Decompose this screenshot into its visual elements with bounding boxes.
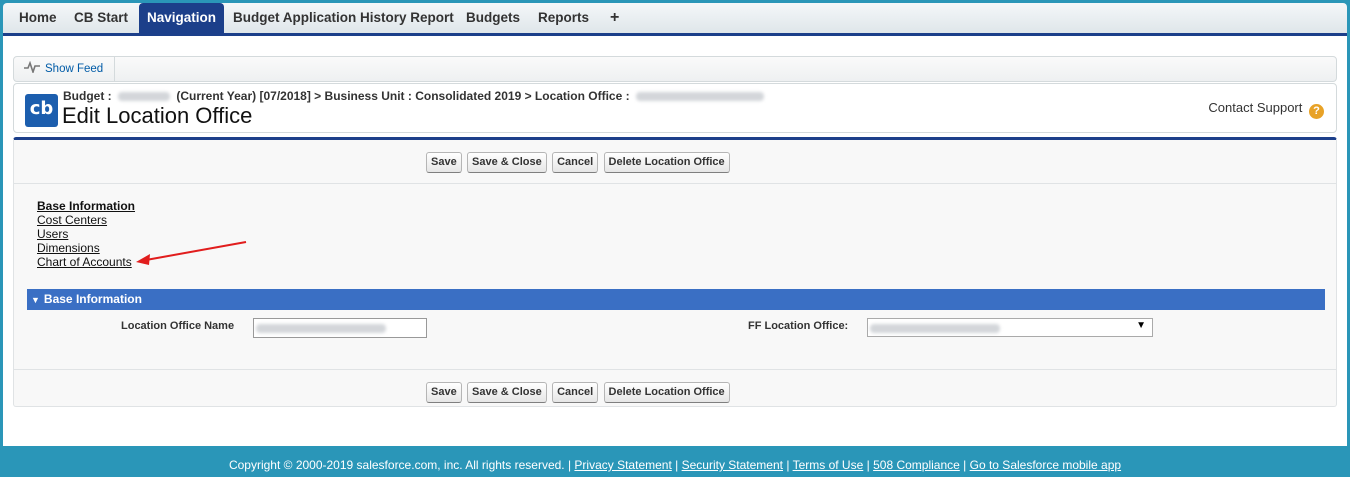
show-feed-button[interactable]: Show Feed xyxy=(14,57,115,81)
redacted-input-value xyxy=(256,324,386,334)
footer-separator: | xyxy=(963,458,967,472)
security-statement-link[interactable]: Security Statement xyxy=(682,458,783,472)
tab-navigation[interactable]: Navigation xyxy=(139,3,225,33)
footer-separator: | xyxy=(675,458,679,472)
copyright-text: Copyright © 2000-2019 salesforce.com, in… xyxy=(228,458,572,472)
redacted-select-value xyxy=(870,324,1000,334)
redacted-budget-name xyxy=(118,92,170,102)
save-close-button[interactable]: Save & Close xyxy=(467,152,547,173)
save-button[interactable]: Save xyxy=(426,382,462,403)
delete-location-office-button[interactable]: Delete Location Office xyxy=(603,382,730,403)
breadcrumb-budget-label: Budget : xyxy=(63,89,112,103)
delete-location-office-button[interactable]: Delete Location Office xyxy=(603,152,730,173)
contact-support-link[interactable]: Contact Support ? xyxy=(1208,100,1324,119)
feed-pulse-icon xyxy=(24,61,40,73)
feed-bar: Show Feed xyxy=(13,56,1337,82)
salesforce-mobile-app-link[interactable]: Go to Salesforce mobile app xyxy=(970,458,1121,472)
link-chart-of-accounts[interactable]: Chart of Accounts xyxy=(37,255,135,269)
show-feed-label: Show Feed xyxy=(45,63,104,75)
location-office-name-input[interactable] xyxy=(253,318,427,338)
link-base-information[interactable]: Base Information xyxy=(37,199,135,213)
cb-logo-icon: cb xyxy=(25,94,58,127)
redacted-location-office xyxy=(635,92,764,102)
section-nav-links: Base Information Cost Centers Users Dime… xyxy=(37,199,135,269)
section-title: Base Information xyxy=(43,292,142,306)
main-content: Show Feed cb Budget : (Current Year) [07… xyxy=(3,36,1347,446)
tab-home[interactable]: Home xyxy=(11,3,65,33)
link-users[interactable]: Users xyxy=(37,227,135,241)
collapse-triangle-icon[interactable]: ▼ xyxy=(31,295,40,305)
tab-bar: Home CB Start Navigation Budget Applicat… xyxy=(3,3,1347,36)
tab-add-plus[interactable]: + xyxy=(602,3,627,33)
bottom-button-row: Save Save & Close Cancel Delete Location… xyxy=(14,369,1336,413)
top-button-row: Save Save & Close Cancel Delete Location… xyxy=(14,140,1336,184)
terms-of-use-link[interactable]: Terms of Use xyxy=(793,458,864,472)
help-icon[interactable]: ? xyxy=(1309,104,1324,119)
ff-location-office-label: FF Location Office: xyxy=(748,320,849,332)
cancel-button[interactable]: Cancel xyxy=(552,382,599,403)
footer: Copyright © 2000-2019 salesforce.com, in… xyxy=(0,458,1350,472)
detail-panel: Save Save & Close Cancel Delete Location… xyxy=(13,137,1337,407)
tab-budgets[interactable]: Budgets xyxy=(458,3,528,33)
tab-budget-application-history-report[interactable]: Budget Application History Report xyxy=(225,3,462,33)
footer-separator: | xyxy=(866,458,870,472)
footer-separator: | xyxy=(786,458,790,472)
breadcrumb: Budget : (Current Year) [07/2018] > Busi… xyxy=(63,89,767,103)
section-header-base-information[interactable]: ▼ Base Information xyxy=(27,289,1325,310)
contact-support-label: Contact Support xyxy=(1208,100,1303,115)
tab-reports[interactable]: Reports xyxy=(530,3,597,33)
link-cost-centers[interactable]: Cost Centers xyxy=(37,213,135,227)
privacy-statement-link[interactable]: Privacy Statement xyxy=(574,458,671,472)
breadcrumb-path: (Current Year) [07/2018] > Business Unit… xyxy=(176,89,630,103)
dropdown-arrow-icon[interactable]: ▼ xyxy=(1136,320,1146,331)
link-dimensions[interactable]: Dimensions xyxy=(37,241,135,255)
cancel-button[interactable]: Cancel xyxy=(552,152,599,173)
page-title: Edit Location Office xyxy=(62,103,253,128)
annotation-arrow-icon xyxy=(136,241,247,265)
ff-location-office-select[interactable]: ▼ xyxy=(867,318,1153,337)
save-close-button[interactable]: Save & Close xyxy=(467,382,547,403)
page-header: cb Budget : (Current Year) [07/2018] > B… xyxy=(13,83,1337,133)
508-compliance-link[interactable]: 508 Compliance xyxy=(873,458,960,472)
save-button[interactable]: Save xyxy=(426,152,462,173)
tab-cb-start[interactable]: CB Start xyxy=(66,3,136,33)
location-office-name-label: Location Office Name xyxy=(121,320,235,332)
